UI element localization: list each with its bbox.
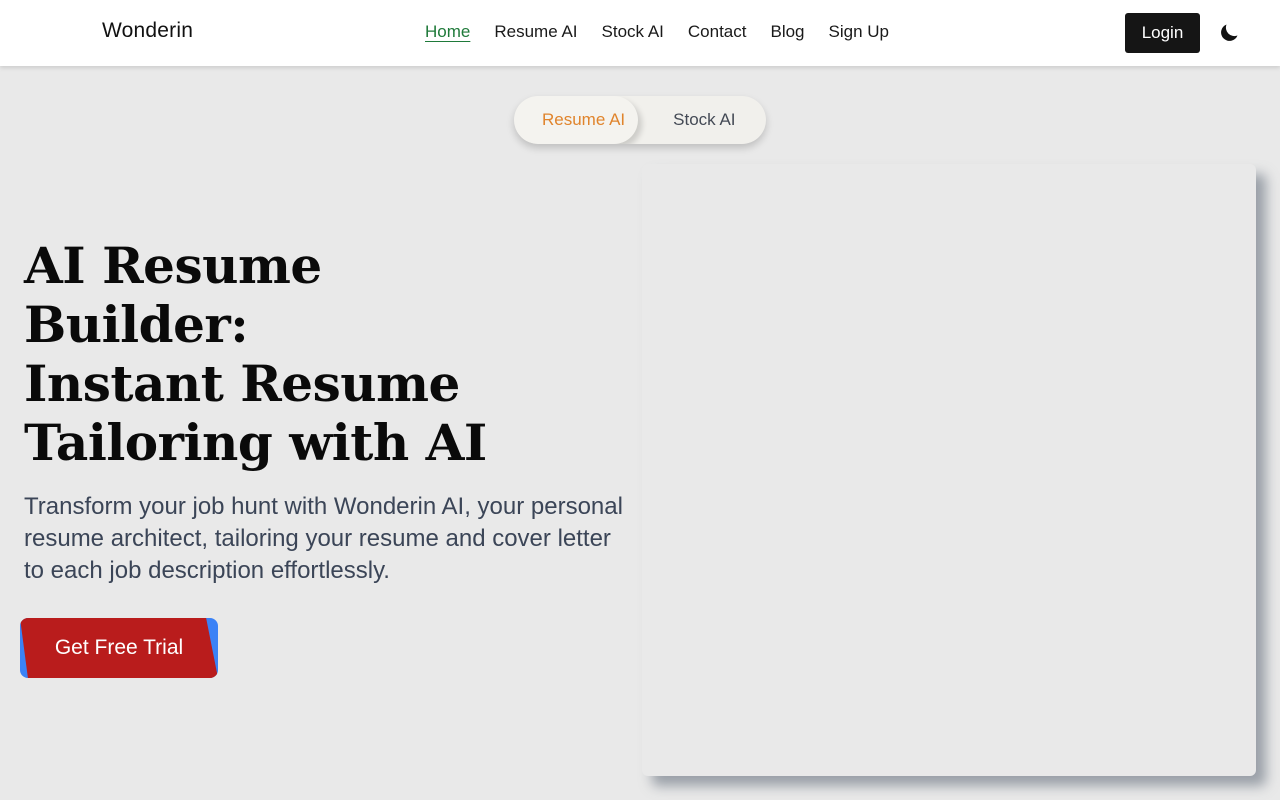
headline-line: AI Resume bbox=[24, 236, 322, 295]
headline-line: Tailoring with AI bbox=[24, 413, 487, 472]
login-button[interactable]: Login bbox=[1125, 13, 1200, 53]
nav-link-home[interactable]: Home bbox=[425, 21, 470, 43]
toggle-option-resume-ai[interactable]: Resume AI bbox=[542, 110, 625, 130]
nav-link-resume-ai[interactable]: Resume AI bbox=[494, 21, 577, 43]
nav-link-contact[interactable]: Contact bbox=[688, 21, 747, 43]
headline-line: Builder: bbox=[24, 295, 249, 354]
cta-container: Get Free Trial bbox=[20, 618, 220, 678]
product-toggle: Resume AI Stock AI bbox=[514, 96, 766, 144]
hero-headline: AI Resume Builder: Instant Resume Tailor… bbox=[24, 236, 624, 472]
top-navbar: Wonderin Home Resume AI Stock AI Contact… bbox=[0, 0, 1280, 66]
moon-icon bbox=[1221, 24, 1238, 41]
get-free-trial-button[interactable]: Get Free Trial bbox=[20, 618, 218, 678]
theme-toggle-button[interactable] bbox=[1214, 18, 1244, 48]
hero-subtitle: Transform your job hunt with Wonderin AI… bbox=[24, 493, 623, 584]
main-nav: Home Resume AI Stock AI Contact Blog Sig… bbox=[425, 21, 889, 43]
nav-link-sign-up[interactable]: Sign Up bbox=[829, 21, 889, 43]
nav-link-blog[interactable]: Blog bbox=[770, 21, 804, 43]
brand-logo[interactable]: Wonderin bbox=[102, 19, 193, 43]
toggle-option-stock-ai[interactable]: Stock AI bbox=[673, 110, 735, 130]
nav-link-stock-ai[interactable]: Stock AI bbox=[602, 21, 664, 43]
hero-media-card bbox=[642, 164, 1256, 776]
headline-line: Instant Resume bbox=[24, 354, 460, 413]
